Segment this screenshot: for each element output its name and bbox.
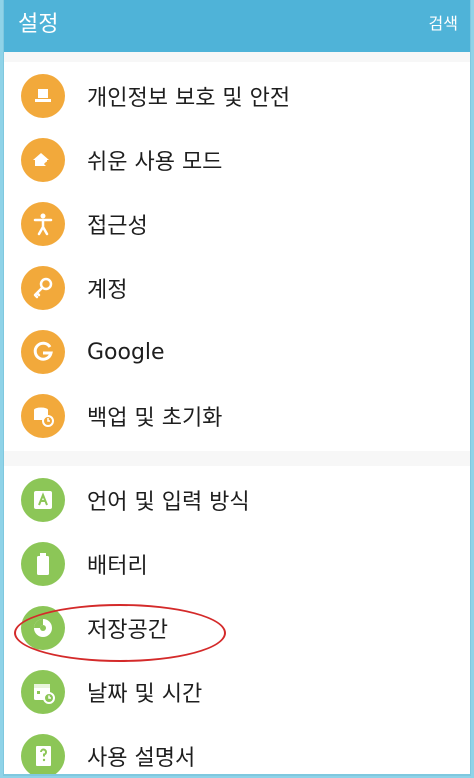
settings-item-backup-reset[interactable]: 백업 및 초기화 (4, 384, 470, 448)
settings-item-label: 계정 (87, 278, 128, 303)
settings-item-easy-mode[interactable]: 쉬운 사용 모드 (4, 128, 470, 192)
settings-item-account[interactable]: 계정 (4, 256, 470, 320)
accessibility-icon (21, 202, 65, 246)
settings-item-label: 개인정보 보호 및 안전 (87, 86, 291, 111)
settings-item-label: 저장공간 (87, 618, 168, 643)
settings-item-google[interactable]: Google (4, 320, 470, 384)
settings-item-label: 배터리 (87, 554, 148, 579)
manual-icon (21, 734, 65, 774)
settings-item-label: 언어 및 입력 방식 (87, 490, 250, 515)
settings-item-user-manual[interactable]: 사용 설명서 (4, 724, 470, 774)
settings-item-label: 백업 및 초기화 (87, 406, 223, 431)
settings-item-language-input[interactable]: 언어 및 입력 방식 (4, 468, 470, 532)
language-icon (21, 478, 65, 522)
settings-item-label: Google (87, 339, 165, 365)
alert-icon (21, 74, 65, 118)
easy-mode-icon (21, 138, 65, 182)
settings-item-storage[interactable]: 저장공간 (4, 596, 470, 660)
storage-icon (21, 606, 65, 650)
settings-item-label: 사용 설명서 (87, 746, 196, 771)
settings-item-label: 날짜 및 시간 (87, 682, 203, 707)
settings-item-privacy-safety[interactable]: 개인정보 보호 및 안전 (4, 64, 470, 128)
settings-item-accessibility[interactable]: 접근성 (4, 192, 470, 256)
settings-item-label: 쉬운 사용 모드 (87, 150, 223, 175)
key-icon (21, 266, 65, 310)
settings-item-label: 접근성 (87, 214, 148, 239)
page-title: 설정 (18, 12, 59, 37)
settings-group-personal: 개인정보 보호 및 안전 쉬운 사용 모드 접근성 계정 Google 백업 및… (4, 62, 470, 451)
app-bar: 설정 검색 (4, 0, 470, 52)
settings-screen: 설정 검색 개인정보 보호 및 안전 쉬운 사용 모드 접근성 계정 Googl… (3, 0, 471, 776)
search-button[interactable]: 검색 (429, 10, 458, 34)
settings-item-battery[interactable]: 배터리 (4, 532, 470, 596)
settings-group-device: 언어 및 입력 방식 배터리 저장공간 날짜 및 시간 사용 설명서 (4, 466, 470, 774)
calendar-icon (21, 670, 65, 714)
backup-icon (21, 394, 65, 438)
google-icon (21, 330, 65, 374)
settings-item-date-time[interactable]: 날짜 및 시간 (4, 660, 470, 724)
battery-icon (21, 542, 65, 586)
